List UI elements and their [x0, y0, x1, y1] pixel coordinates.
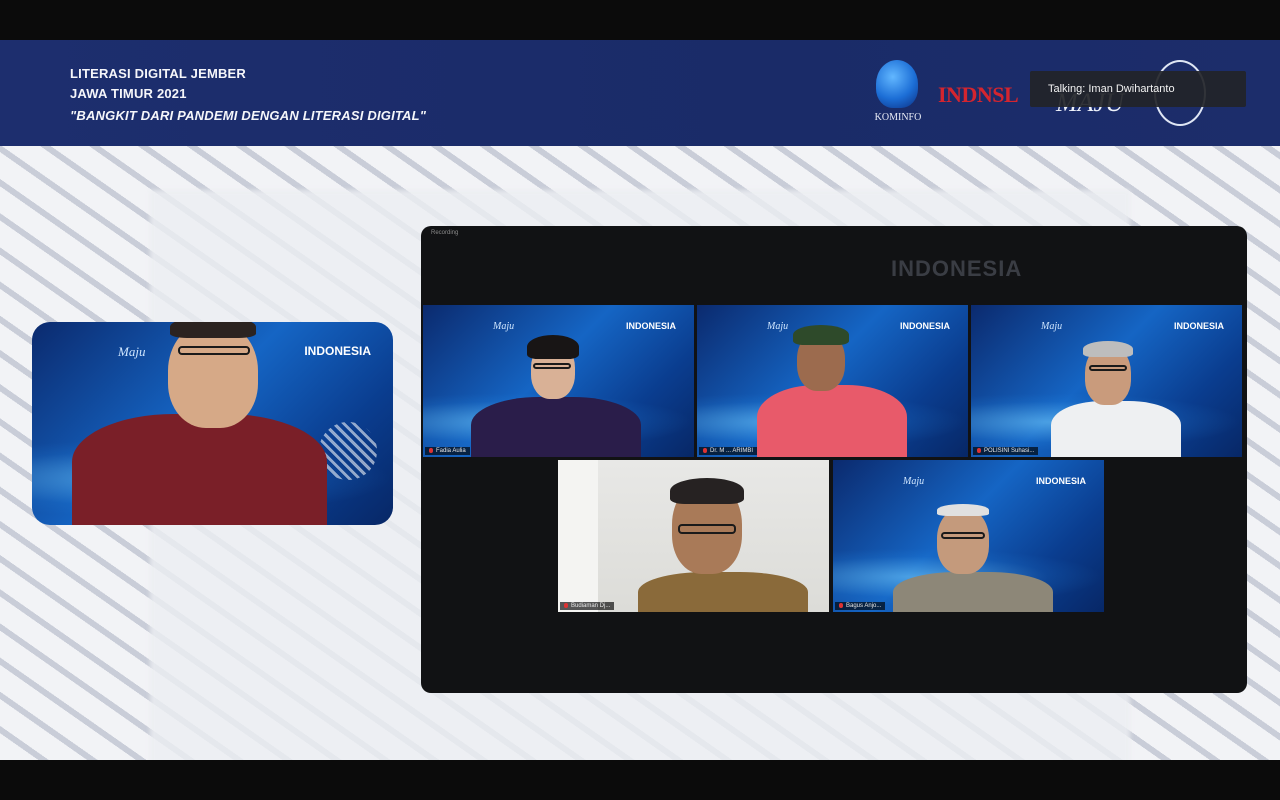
video-frame: LITERASI DIGITAL JEMBER JAWA TIMUR 2021 … — [0, 0, 1280, 800]
virtual-bg-title: INDONESIA — [625, 321, 676, 331]
talking-indicator: Talking: Iman Dwihartanto — [1030, 71, 1246, 107]
participant-hair — [670, 478, 744, 504]
siberkreasi-logo: INDNSL — [938, 82, 1019, 107]
participant-hair — [1083, 341, 1133, 357]
kominfo-logo-text: KOMINFO — [874, 112, 922, 123]
broadcast-stage: LITERASI DIGITAL JEMBER JAWA TIMUR 2021 … — [0, 40, 1280, 760]
muted-mic-icon — [977, 447, 981, 453]
speaker-hair — [170, 322, 256, 338]
virtual-bg-maju: Maju — [118, 344, 146, 359]
participant-name-text: Fadia Aulia — [436, 448, 466, 454]
participant-glasses — [1089, 365, 1127, 371]
virtual-bg-title: INDONESIA — [899, 321, 950, 331]
virtual-bg-maju: Maju — [903, 476, 925, 487]
participant-tile[interactable]: Maju INDONESIA POLISINI Suhasi... — [971, 305, 1242, 457]
muted-mic-icon — [839, 602, 843, 608]
gallery-watermark: INDONESIA — [891, 256, 1023, 281]
banner-title: LITERASI DIGITAL JEMBER — [70, 66, 247, 81]
participant-name: Budiaman Dj... — [560, 601, 615, 610]
participant-hair — [937, 504, 989, 516]
participant-glasses — [941, 532, 985, 539]
banner-subtitle: JAWA TIMUR 2021 — [70, 86, 187, 101]
muted-mic-icon — [703, 447, 707, 453]
participant-name: Bagus Anjo... — [835, 601, 886, 610]
participant-name-text: Dr. M ... ARIMBI — [710, 448, 754, 454]
participant-head — [937, 508, 989, 574]
participant-cap — [793, 325, 849, 345]
participant-name: POLISINI Suhasi... — [973, 446, 1039, 455]
gallery-view[interactable]: Recording INDONESIA Maju INDONESIA Fadia… — [421, 226, 1247, 693]
muted-mic-icon — [564, 602, 568, 608]
participant-shirt — [1051, 401, 1181, 457]
participant-shirt — [757, 385, 907, 457]
participant-name-text: Bagus Anjo... — [846, 603, 882, 609]
kominfo-logo: KOMINFO — [868, 58, 928, 130]
participant-tile[interactable]: Budiaman Dj... — [558, 460, 829, 612]
participant-tile[interactable]: Maju INDONESIA Bagus Anjo... — [833, 460, 1104, 612]
speaker-shirt — [72, 414, 327, 525]
speaker-glasses — [178, 346, 250, 355]
participant-glasses — [678, 524, 736, 534]
participant-glasses — [533, 363, 571, 369]
participant-name-text: Budiaman Dj... — [571, 603, 611, 609]
participant-shirt — [893, 572, 1053, 612]
virtual-bg-graphic — [319, 422, 377, 480]
participant-name: Fadia Aulia — [425, 446, 470, 455]
kominfo-logo-icon — [876, 60, 918, 108]
room-window — [558, 460, 598, 612]
muted-mic-icon — [429, 447, 433, 453]
recording-label: Recording — [431, 230, 459, 236]
letterbox-top — [0, 0, 1280, 40]
participant-shirt — [638, 572, 808, 612]
participant-shirt — [471, 397, 641, 457]
participant-tile[interactable]: Maju INDONESIA Fadia Aulia — [423, 305, 694, 457]
virtual-bg-maju: Maju — [767, 321, 789, 332]
banner-tagline: "BANGKIT DARI PANDEMI DENGAN LITERASI DI… — [70, 108, 427, 123]
participant-hair — [527, 335, 579, 359]
virtual-bg-maju: Maju — [493, 321, 515, 332]
letterbox-bottom — [0, 760, 1280, 800]
participant-name-text: POLISINI Suhasi... — [984, 448, 1035, 454]
virtual-bg-title: INDONESIA — [1035, 476, 1086, 486]
virtual-bg-title: INDONESIA — [304, 344, 371, 358]
participant-name: Dr. M ... ARIMBI — [699, 446, 758, 455]
virtual-bg-maju: Maju — [1041, 321, 1063, 332]
active-speaker-video[interactable]: Maju INDONESIA — [32, 322, 393, 525]
virtual-bg-title: INDONESIA — [1173, 321, 1224, 331]
participant-tile[interactable]: Maju INDONESIA Dr. M ... ARIMBI — [697, 305, 968, 457]
